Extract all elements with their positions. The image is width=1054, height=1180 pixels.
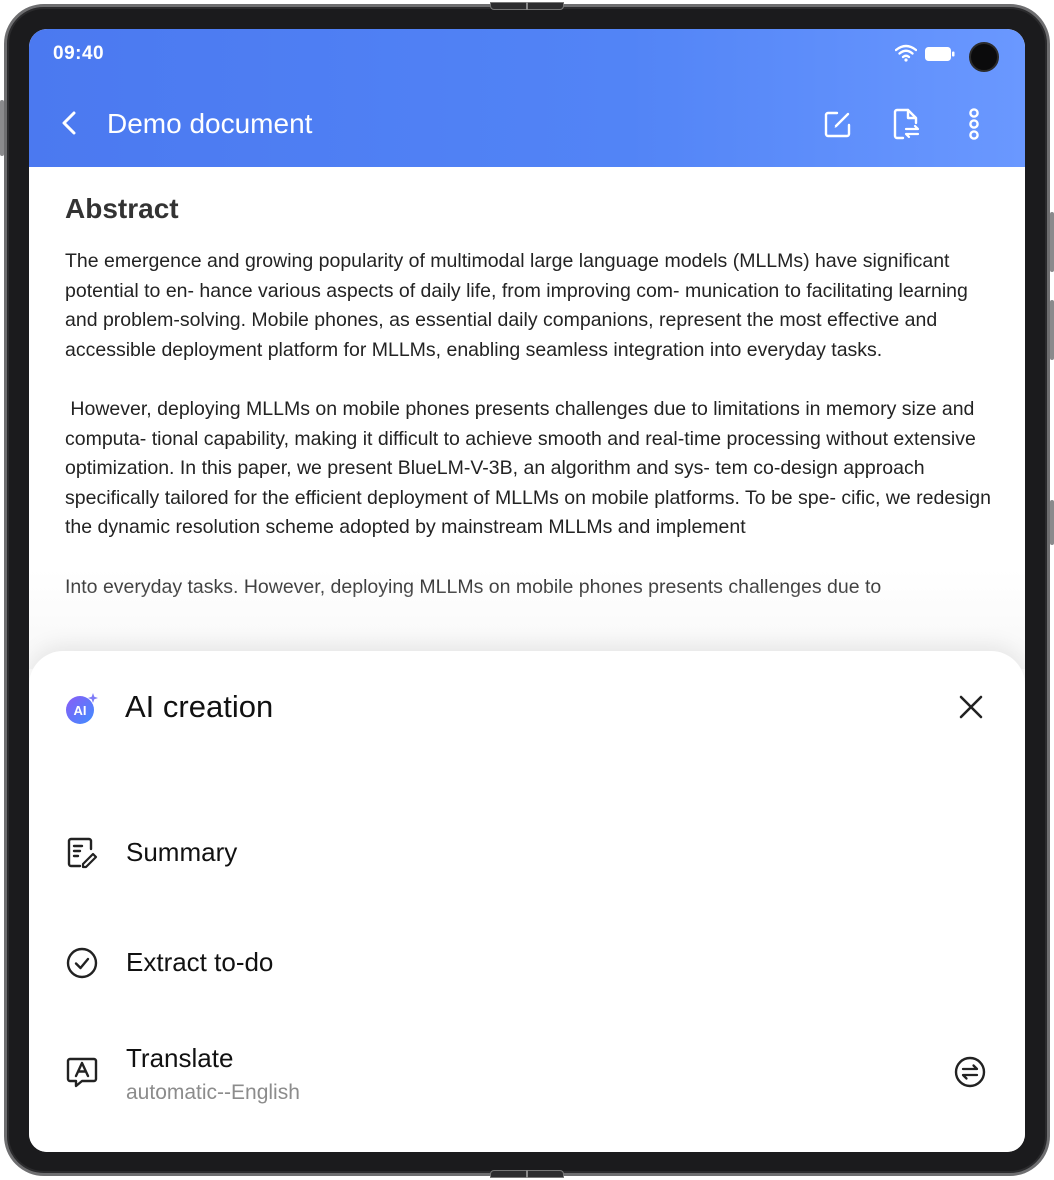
close-icon[interactable]: [957, 693, 985, 721]
document-paragraph: The emergence and growing popularity of …: [65, 250, 974, 361]
page-title: Demo document: [107, 108, 313, 139]
side-button: [1050, 500, 1054, 545]
side-button: [1050, 212, 1054, 272]
edit-icon[interactable]: [821, 107, 855, 141]
ai-badge-icon: AI: [66, 693, 98, 724]
side-button: [1050, 300, 1054, 360]
file-convert-icon[interactable]: [889, 107, 923, 141]
hinge-line: [526, 2, 528, 10]
battery-icon: [925, 47, 955, 61]
option-label: Extract to-do: [126, 947, 274, 977]
status-time: 09:40: [53, 43, 105, 64]
back-icon[interactable]: [57, 109, 83, 137]
more-icon[interactable]: [957, 107, 991, 141]
document-paragraph: Into everyday tasks. However, deploying …: [65, 575, 882, 598]
option-extract-todo[interactable]: Extract to-do: [29, 911, 1025, 1011]
document-heading: Abstract: [65, 193, 179, 224]
summary-icon: [67, 837, 98, 869]
hinge-line: [526, 1170, 528, 1178]
screen: 09:40 Demo document Abstract The emergen…: [29, 29, 1025, 1152]
document-paragraph: However, deploying MLLMs on mobile phone…: [65, 397, 997, 539]
document-body: Abstract The emergence and growing popul…: [65, 193, 995, 632]
translate-icon: [66, 1057, 98, 1088]
sheet-title: AI creation: [125, 689, 274, 724]
side-button: [0, 100, 4, 156]
wifi-icon: [895, 44, 917, 62]
ai-badge-text: AI: [74, 703, 87, 718]
option-label: Summary: [126, 837, 238, 867]
swap-language-icon[interactable]: [953, 1055, 987, 1089]
app-header: 09:40 Demo document: [29, 29, 1025, 167]
front-camera: [969, 42, 999, 72]
option-label: Translate: [126, 1043, 234, 1073]
option-translate[interactable]: Translate automatic--English: [29, 1021, 1025, 1141]
check-circle-icon: [66, 947, 98, 979]
translate-language: automatic--English: [126, 1081, 300, 1104]
ai-creation-sheet: AI AI creation Summary Extract to-do Tra…: [29, 651, 1025, 1152]
option-summary[interactable]: Summary: [29, 801, 1025, 901]
